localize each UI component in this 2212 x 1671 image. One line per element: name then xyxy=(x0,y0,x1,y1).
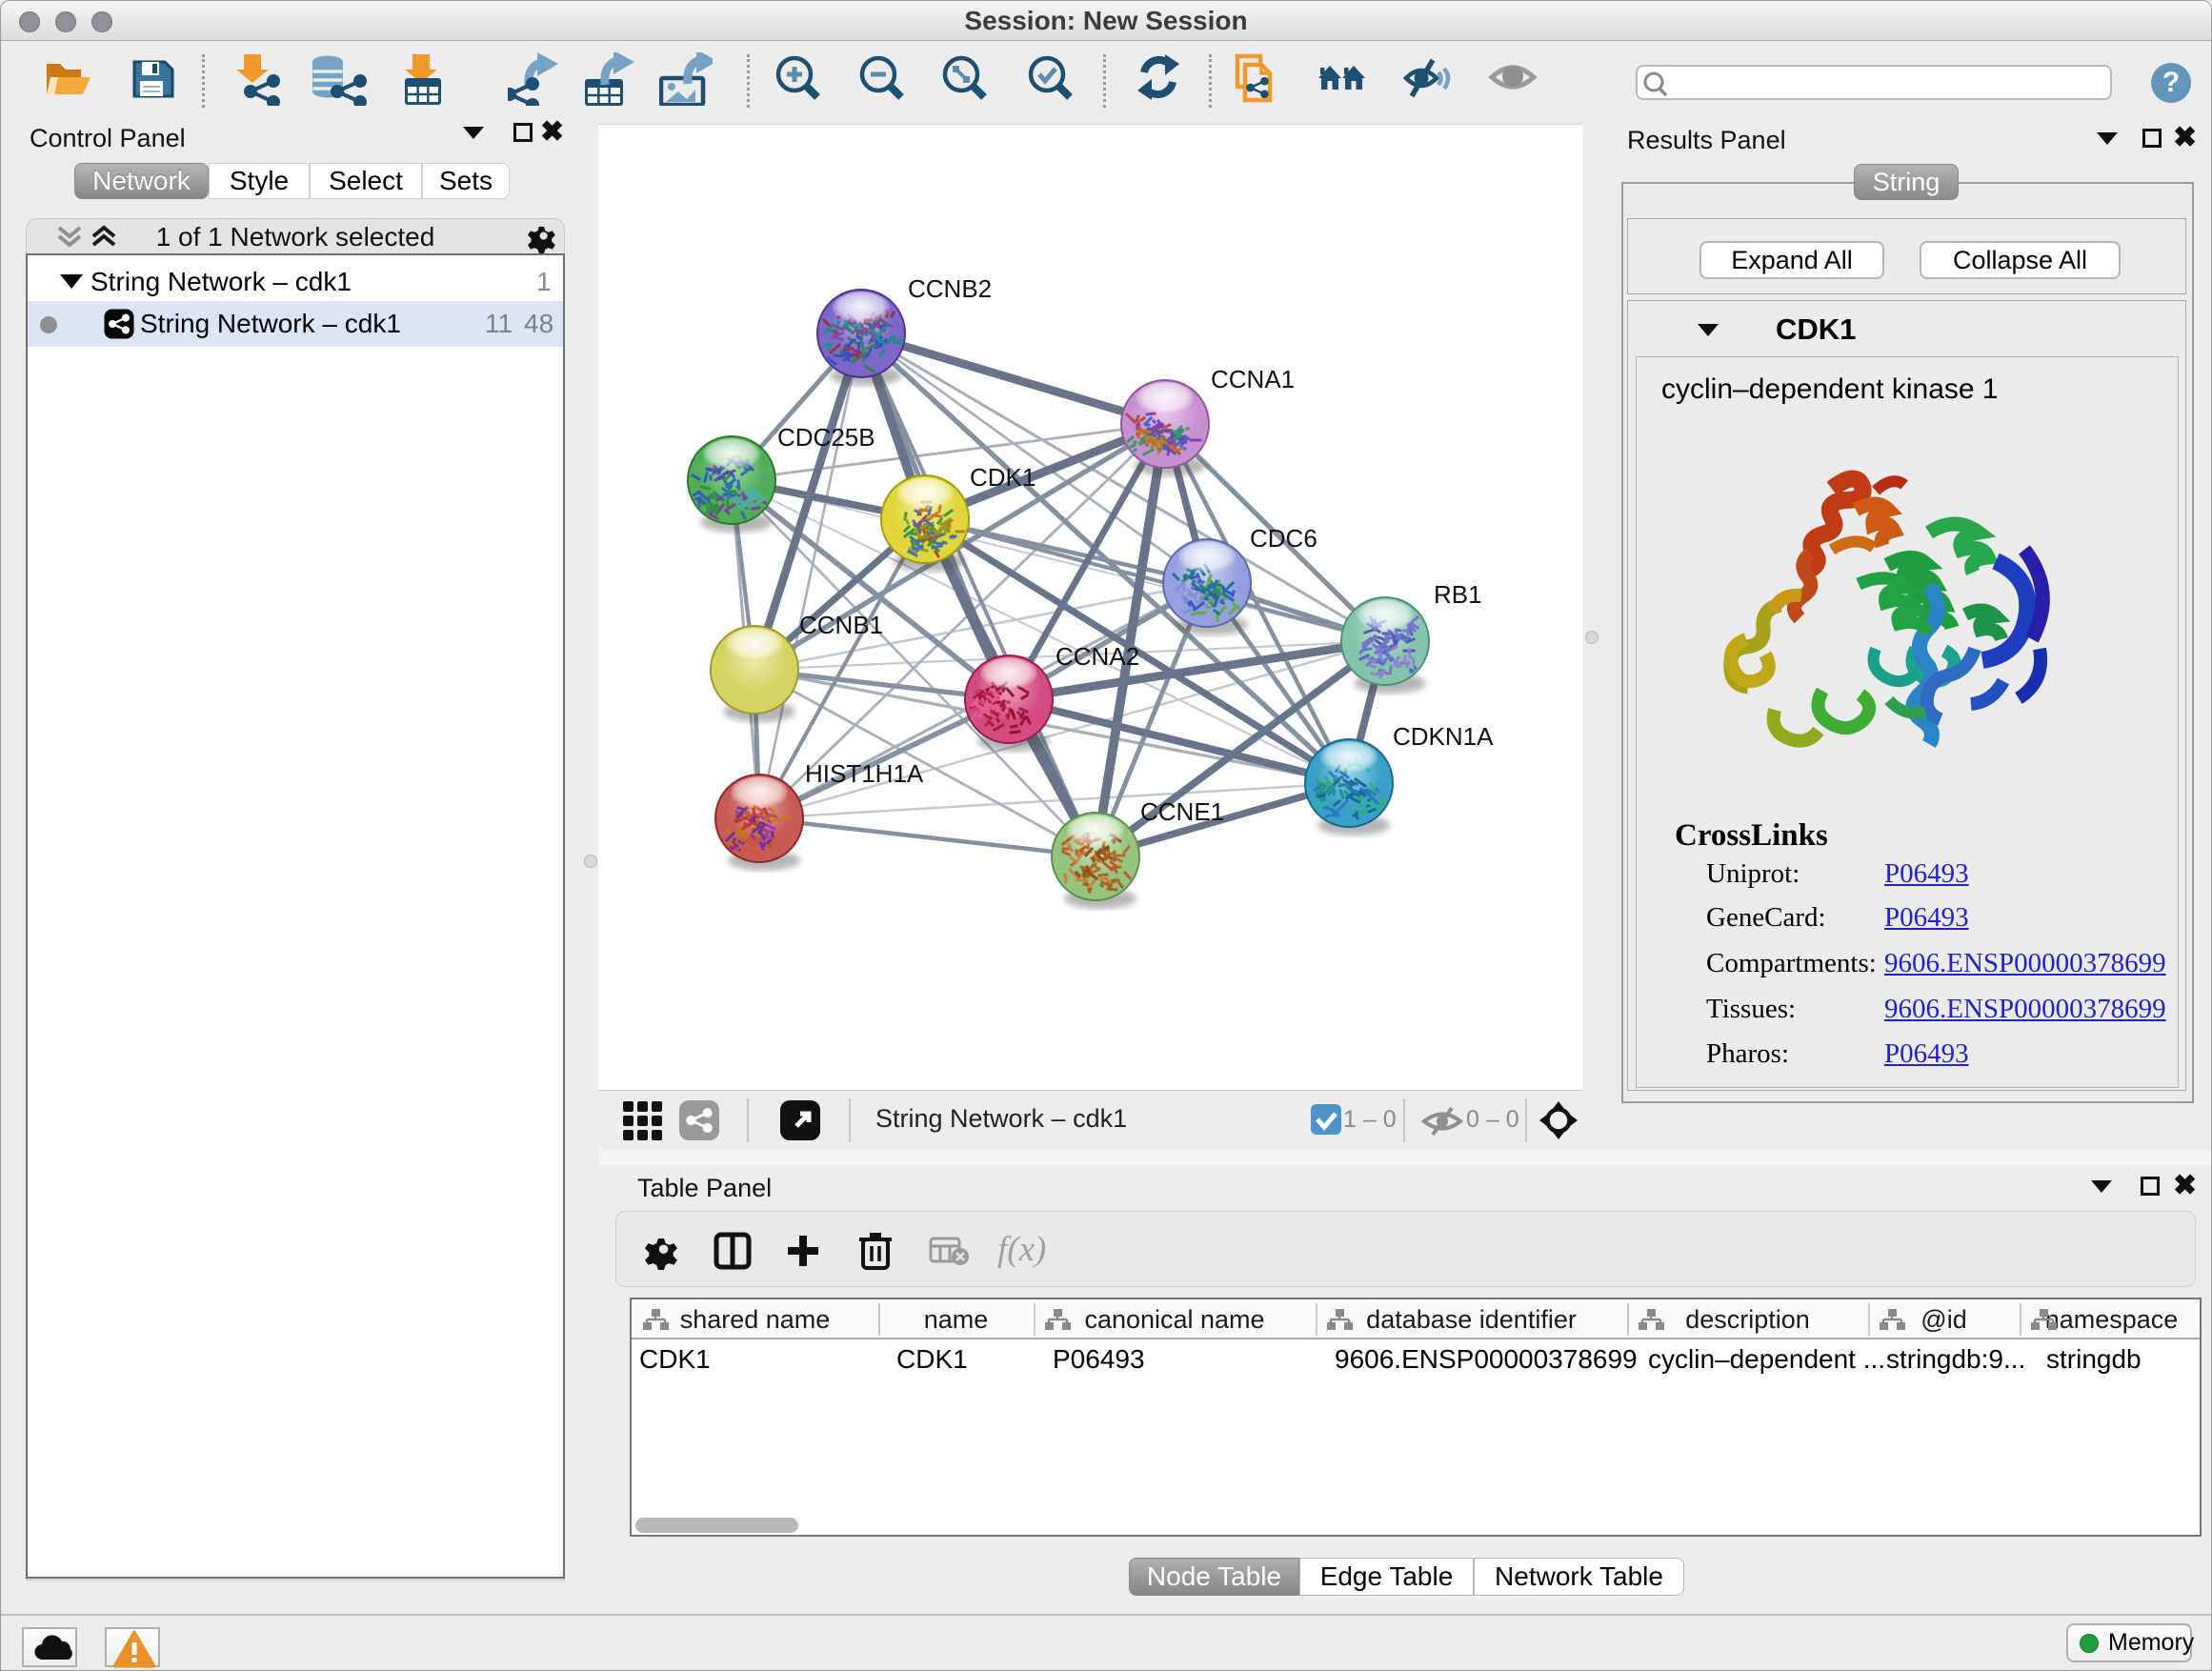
svg-text:HIST1H1A: HIST1H1A xyxy=(805,759,924,788)
svg-text:RB1: RB1 xyxy=(1434,580,1482,609)
svg-text:CDK1: CDK1 xyxy=(970,463,1036,492)
svg-text:CDC25B: CDC25B xyxy=(777,423,875,452)
svg-text:CCNA2: CCNA2 xyxy=(1056,642,1139,671)
svg-text:CCNE1: CCNE1 xyxy=(1140,797,1224,826)
svg-text:CCNA1: CCNA1 xyxy=(1211,365,1295,393)
svg-text:?: ? xyxy=(2162,67,2180,98)
svg-text:CDKN1A: CDKN1A xyxy=(1393,722,1494,751)
svg-text:CCNB2: CCNB2 xyxy=(908,274,992,303)
svg-text:CDC6: CDC6 xyxy=(1250,524,1317,553)
svg-text:CCNB1: CCNB1 xyxy=(799,611,883,639)
